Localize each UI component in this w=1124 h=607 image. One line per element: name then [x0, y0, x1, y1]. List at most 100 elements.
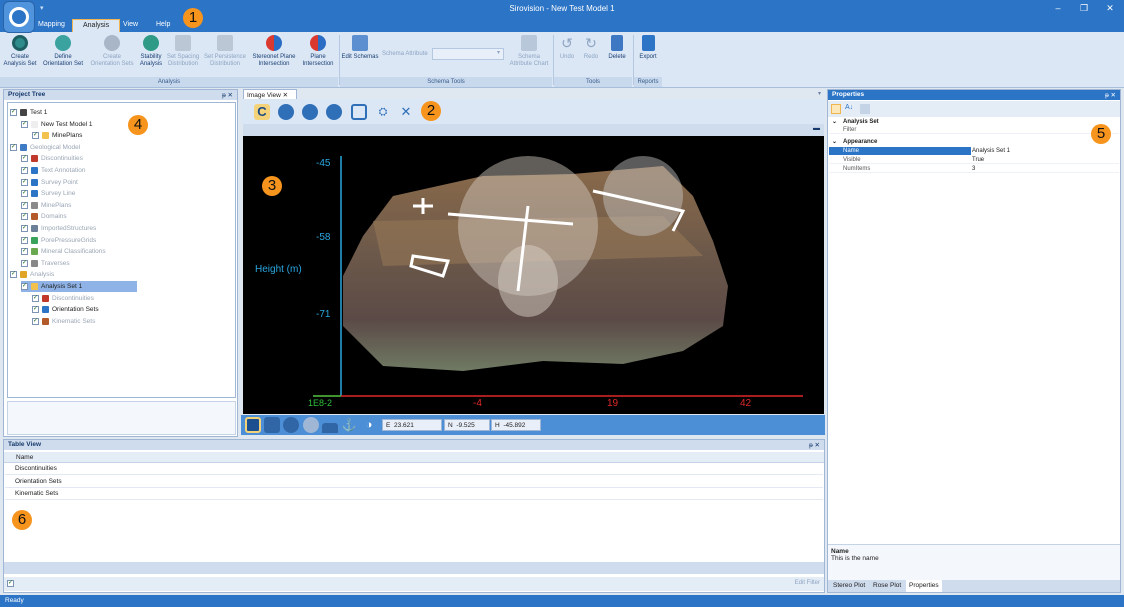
- prop-row-name[interactable]: Name Analysis Set 1: [829, 147, 1119, 155]
- quick-access-dropdown[interactable]: ▾: [40, 4, 44, 12]
- stability-analysis-button[interactable]: Stability Analysis: [137, 34, 165, 67]
- mesh-view-icon[interactable]: [264, 417, 280, 433]
- edit-schemas-button[interactable]: Edit Schemas: [341, 34, 379, 61]
- prop-row-visible[interactable]: Visible True: [829, 156, 1119, 164]
- tree-item[interactable]: ✓ Mineral Classifications: [21, 246, 106, 257]
- visibility-checkbox[interactable]: ✓: [32, 132, 39, 140]
- stereonet-plane-intersection-button[interactable]: Stereonet Plane Intersection: [250, 34, 298, 67]
- tab-close-icon[interactable]: ✕: [283, 92, 288, 99]
- panel-pin-close[interactable]: ᵽ ✕: [809, 441, 820, 449]
- visibility-checkbox[interactable]: ✓: [21, 259, 28, 267]
- tree-item[interactable]: ✓ Survey Line: [21, 188, 75, 199]
- tree-item[interactable]: ✓ Discontinuities: [21, 153, 83, 164]
- tree-item[interactable]: ✓ Orientation Sets: [32, 304, 99, 315]
- undo-button[interactable]: ↺ Undo: [556, 34, 578, 61]
- tab-image-view[interactable]: Image View ✕: [243, 89, 297, 99]
- visibility-checkbox[interactable]: ✓: [32, 306, 39, 314]
- visibility-checkbox[interactable]: ✓: [10, 143, 17, 151]
- visibility-checkbox[interactable]: ✓: [21, 120, 28, 128]
- tree-item[interactable]: ✓ MinePlans: [21, 200, 71, 211]
- maximize-view-icon[interactable]: ▬: [813, 125, 820, 132]
- category-appearance[interactable]: ⌄ Appearance: [829, 138, 1119, 146]
- rotate-icon[interactable]: C: [254, 104, 270, 120]
- visibility-checkbox[interactable]: ✓: [21, 167, 28, 174]
- maximize-button[interactable]: ❐: [1076, 3, 1092, 14]
- visibility-checkbox[interactable]: ✓: [21, 155, 28, 163]
- schema-attribute-dropdown[interactable]: ▾: [432, 48, 504, 60]
- tree-item[interactable]: ✓ Text Annotation: [21, 165, 85, 176]
- app-logo[interactable]: [3, 1, 35, 33]
- redo-button[interactable]: ↻ Redo: [580, 34, 602, 61]
- close-button[interactable]: ✕: [1102, 3, 1118, 14]
- prop-row-filter[interactable]: Filter: [829, 126, 1119, 134]
- tab-properties[interactable]: Properties: [906, 580, 942, 592]
- visibility-checkbox[interactable]: ✓: [21, 190, 28, 198]
- filter-checkbox[interactable]: ✓: [7, 580, 14, 587]
- solid-view-icon[interactable]: [245, 417, 261, 433]
- contrast-icon[interactable]: ◑: [361, 417, 377, 433]
- reset-view-icon[interactable]: [326, 104, 342, 120]
- set-spacing-distribution-button[interactable]: Set Spacing Distribution: [166, 34, 200, 67]
- visibility-checkbox[interactable]: ✓: [32, 317, 39, 325]
- tab-rose-plot[interactable]: Rose Plot: [873, 582, 901, 589]
- sort-alpha-icon[interactable]: A↓: [845, 104, 853, 111]
- tree-item[interactable]: ✓ MinePlans: [32, 130, 82, 141]
- visibility-checkbox[interactable]: ✓: [21, 201, 28, 209]
- zoom-box-icon[interactable]: [351, 104, 367, 120]
- property-pages-icon[interactable]: [860, 104, 870, 114]
- orbit-icon[interactable]: [302, 104, 318, 120]
- export-button[interactable]: Export: [636, 34, 660, 61]
- minimize-button[interactable]: –: [1050, 3, 1066, 13]
- measure-icon[interactable]: ⛭: [375, 104, 391, 120]
- delete-button[interactable]: Delete: [604, 34, 630, 61]
- panel-pin-close[interactable]: ᵽ ✕: [222, 91, 233, 99]
- tree-item[interactable]: ✓ Discontinuities: [32, 293, 94, 304]
- edit-filter-button[interactable]: Edit Filter: [795, 580, 820, 586]
- globe-icon[interactable]: [303, 417, 319, 433]
- visibility-checkbox[interactable]: ✓: [10, 109, 17, 116]
- visibility-checkbox[interactable]: ✓: [32, 294, 39, 302]
- create-analysis-set-button[interactable]: Create Analysis Set: [2, 34, 38, 67]
- visibility-checkbox[interactable]: ✓: [21, 236, 28, 244]
- panel-pin-close[interactable]: ᵽ ✕: [1105, 91, 1116, 99]
- visibility-checkbox[interactable]: ✓: [21, 248, 28, 256]
- tree-item[interactable]: ✓ PorePressureGrids: [21, 235, 96, 246]
- tab-mapping[interactable]: Mapping: [28, 19, 75, 32]
- tree-item[interactable]: ✓ New Test Model 1: [21, 119, 93, 130]
- table-row[interactable]: Kinematic Sets: [5, 488, 823, 500]
- tree-item[interactable]: ✓ ImportedStructures: [21, 223, 96, 234]
- tree-item[interactable]: ✓ Domains: [21, 211, 67, 222]
- categorized-icon[interactable]: [831, 104, 841, 114]
- tab-stereo-plot[interactable]: Stereo Plot: [833, 582, 865, 589]
- tree-item[interactable]: ✓ Geological Model: [10, 142, 80, 153]
- visibility-checkbox[interactable]: ✓: [21, 283, 28, 290]
- points-view-icon[interactable]: [283, 417, 299, 433]
- tab-view[interactable]: View: [113, 19, 148, 32]
- create-orientation-sets-button[interactable]: Create Orientation Sets: [88, 34, 136, 67]
- terrain-icon[interactable]: [322, 423, 338, 433]
- close-icon[interactable]: ✕: [398, 104, 414, 120]
- tripod-icon[interactable]: ⚓: [341, 417, 357, 433]
- define-orientation-set-button[interactable]: Define Orientation Set: [41, 34, 85, 67]
- tree-item[interactable]: ✓ Traverses: [21, 258, 70, 269]
- schema-attribute-chart-button[interactable]: Schema Attribute Chart: [506, 34, 552, 67]
- visibility-checkbox[interactable]: ✓: [21, 178, 28, 186]
- tab-dropdown[interactable]: ▾: [818, 90, 821, 97]
- visibility-checkbox[interactable]: ✓: [21, 225, 28, 232]
- column-header-name[interactable]: Name: [4, 452, 824, 463]
- table-row[interactable]: Orientation Sets: [5, 476, 823, 488]
- pan-icon[interactable]: [278, 104, 294, 120]
- prop-row-numitems[interactable]: NumItems 3: [829, 165, 1119, 173]
- tree-item[interactable]: ✓ Survey Point: [21, 177, 78, 188]
- tree-item[interactable]: ✓ Analysis Set 1: [21, 281, 138, 292]
- tab-help[interactable]: Help: [146, 19, 180, 32]
- tree-item[interactable]: ✓ Test 1: [10, 107, 47, 118]
- set-persistence-distribution-button[interactable]: Set Persistence Distribution: [201, 34, 249, 67]
- tree-item[interactable]: ✓ Kinematic Sets: [32, 316, 95, 327]
- tree-item[interactable]: ✓ Analysis: [10, 269, 54, 280]
- visibility-checkbox[interactable]: ✓: [10, 271, 17, 279]
- plane-intersection-button[interactable]: Plane Intersection: [299, 34, 337, 67]
- visibility-checkbox[interactable]: ✓: [21, 213, 28, 221]
- 3d-viewport[interactable]: -45 -58 -71 Height (m) 1E8-2 -4 19 42: [243, 136, 824, 414]
- category-analysis-set[interactable]: ⌄ Analysis Set: [829, 118, 1119, 126]
